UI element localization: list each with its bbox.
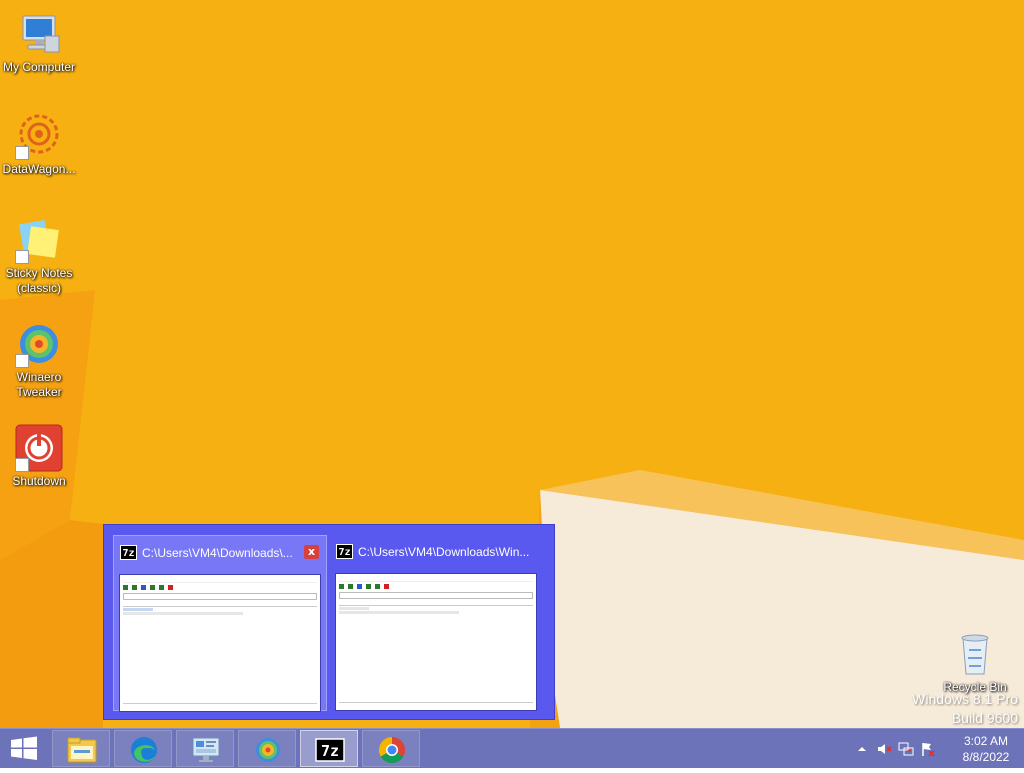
window-thumbnail-image bbox=[335, 573, 537, 711]
window-thumbnail[interactable]: 7z C:\Users\VM4\Downloads\... x bbox=[113, 535, 327, 712]
watermark-line-2: Build 9600 bbox=[951, 710, 1018, 726]
system-tray: 3:02 AM 8/8/2022 bbox=[844, 729, 1024, 768]
desktop[interactable]: My Computer DataWagon... Sticky Notes (c… bbox=[0, 0, 1024, 728]
winaero-icon bbox=[252, 734, 284, 766]
shortcut-arrow-icon bbox=[15, 146, 29, 160]
sticky-notes-icon bbox=[15, 216, 63, 264]
windows-version-watermark: Windows 8.1 Pro Build 9600 bbox=[912, 690, 1018, 728]
taskbar-chrome[interactable] bbox=[362, 730, 420, 767]
action-center-flag-icon[interactable] bbox=[920, 741, 936, 757]
watermark-line-1: Windows 8.1 Pro bbox=[912, 691, 1018, 707]
svg-text:7z: 7z bbox=[321, 742, 339, 760]
taskbar-thumbnail-preview: 7z C:\Users\VM4\Downloads\... x 7z C:\Us… bbox=[103, 524, 555, 720]
chrome-icon bbox=[376, 734, 408, 766]
desktop-icon-label: My Computer bbox=[2, 60, 76, 74]
shortcut-arrow-icon bbox=[15, 250, 29, 264]
shortcut-arrow-icon bbox=[15, 354, 29, 368]
clock[interactable]: 3:02 AM 8/8/2022 bbox=[954, 733, 1018, 765]
clock-time: 3:02 AM bbox=[963, 734, 1009, 748]
power-icon bbox=[15, 424, 63, 472]
desktop-icon-my-computer[interactable]: My Computer bbox=[0, 10, 78, 75]
shortcut-arrow-icon bbox=[15, 458, 29, 472]
network-icon[interactable] bbox=[898, 741, 914, 757]
clock-date: 8/8/2022 bbox=[962, 750, 1010, 764]
datawagon-icon bbox=[15, 112, 63, 160]
winaero-icon bbox=[15, 320, 63, 368]
taskbar-control-panel[interactable] bbox=[176, 730, 234, 767]
desktop-icon-recycle-bin[interactable]: Recycle Bin bbox=[936, 630, 1014, 695]
window-thumbnail-title: C:\Users\VM4\Downloads\Win... bbox=[358, 545, 530, 559]
edge-icon bbox=[128, 734, 160, 766]
volume-muted-icon[interactable] bbox=[876, 741, 892, 757]
control-panel-icon bbox=[190, 734, 222, 766]
desktop-icon-datawagon[interactable]: DataWagon... bbox=[0, 112, 78, 177]
taskbar-7zip[interactable]: 7z bbox=[300, 730, 358, 767]
desktop-icon-label: Shutdown bbox=[12, 474, 66, 488]
windows-logo-icon bbox=[11, 736, 37, 760]
desktop-icon-shutdown[interactable]: Shutdown bbox=[0, 424, 78, 489]
taskbar-winaero-tweaker[interactable] bbox=[238, 730, 296, 767]
taskbar-file-explorer[interactable] bbox=[52, 730, 110, 767]
desktop-icon-label: DataWagon... bbox=[2, 162, 76, 176]
chevron-up-icon[interactable] bbox=[854, 741, 870, 757]
desktop-icon-label: Winaero Tweaker bbox=[16, 370, 62, 399]
folder-icon bbox=[66, 734, 98, 766]
desktop-icon-label: Sticky Notes (classic) bbox=[5, 266, 73, 295]
window-thumbnail-image bbox=[119, 574, 321, 712]
desktop-icon-sticky-notes[interactable]: Sticky Notes (classic) bbox=[0, 216, 78, 296]
window-thumbnail-title: C:\Users\VM4\Downloads\... bbox=[142, 546, 293, 560]
close-icon[interactable]: x bbox=[304, 545, 319, 559]
7zip-icon: 7z bbox=[314, 734, 346, 766]
recycle-bin-icon bbox=[951, 630, 999, 678]
computer-icon bbox=[15, 10, 63, 58]
taskbar-edge[interactable] bbox=[114, 730, 172, 767]
desktop-icon-winaero-tweaker[interactable]: Winaero Tweaker bbox=[0, 320, 78, 400]
window-thumbnail[interactable]: 7z C:\Users\VM4\Downloads\Win... bbox=[330, 535, 544, 711]
start-button[interactable] bbox=[0, 729, 48, 768]
taskbar: 7z 3:02 AM 8/8/2022 bbox=[0, 728, 1024, 768]
